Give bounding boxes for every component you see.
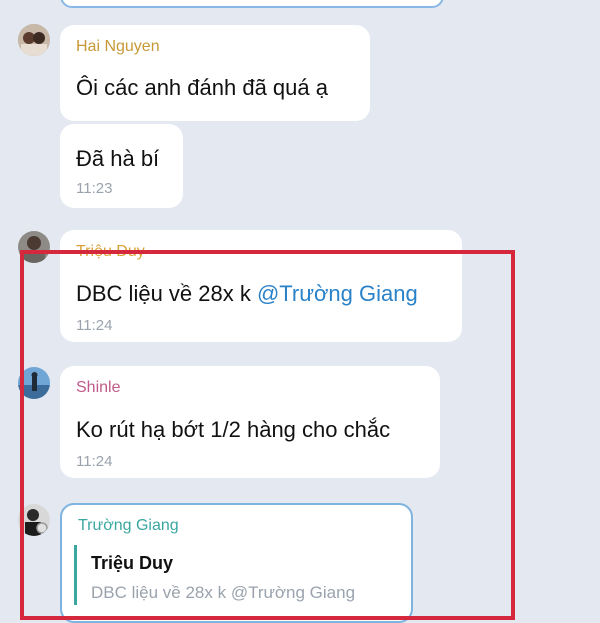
- message-bubble[interactable]: Hai Nguyen Ôi các anh đánh đã quá ạ: [60, 25, 370, 121]
- previous-message-bubble: [60, 0, 444, 8]
- sender-name: Hai Nguyen: [76, 38, 160, 55]
- message-time: 11:24: [76, 317, 113, 334]
- avatar-photo-icon: [18, 231, 50, 263]
- quote-sender-name: Triệu Duy: [91, 553, 174, 573]
- message-text: DBC liệu về 28x k @Trường Giang: [76, 281, 418, 307]
- avatar-photo-icon: [18, 504, 50, 536]
- message-bubble[interactable]: Shinle Ko rút hạ bớt 1/2 hàng cho chắc 1…: [60, 366, 440, 478]
- mention-link[interactable]: @Trường Giang: [257, 281, 418, 306]
- message-time: 11:23: [76, 180, 113, 197]
- sender-name: Triệu Duy: [76, 243, 145, 260]
- avatar-photo-icon: [18, 24, 50, 56]
- message-text: Ôi các anh đánh đã quá ạ: [76, 75, 328, 100]
- message-text: Đã hà bí: [76, 146, 160, 171]
- avatar[interactable]: [18, 231, 50, 263]
- message-bubble[interactable]: Đã hà bí 11:23: [60, 124, 183, 208]
- message-text-body: DBC liệu về 28x k: [76, 281, 257, 306]
- sender-name: Shinle: [76, 379, 121, 396]
- sender-name: Trường Giang: [78, 517, 179, 534]
- avatar[interactable]: [18, 367, 50, 399]
- avatar-photo-icon: [18, 367, 50, 399]
- message-text: Ko rút hạ bớt 1/2 hàng cho chắc: [76, 417, 391, 442]
- message-bubble[interactable]: Triệu Duy DBC liệu về 28x k @Trường Gian…: [60, 230, 462, 342]
- avatar[interactable]: [18, 504, 50, 536]
- message-time: 11:24: [76, 453, 113, 470]
- avatar[interactable]: [18, 24, 50, 56]
- reply-message-bubble[interactable]: Trường Giang Triệu Duy DBC liệu về 28x k…: [60, 503, 413, 623]
- quote-text: DBC liệu về 28x k @Trường Giang: [91, 583, 356, 602]
- quoted-message[interactable]: Triệu Duy DBC liệu về 28x k @Trường Gian…: [74, 545, 394, 605]
